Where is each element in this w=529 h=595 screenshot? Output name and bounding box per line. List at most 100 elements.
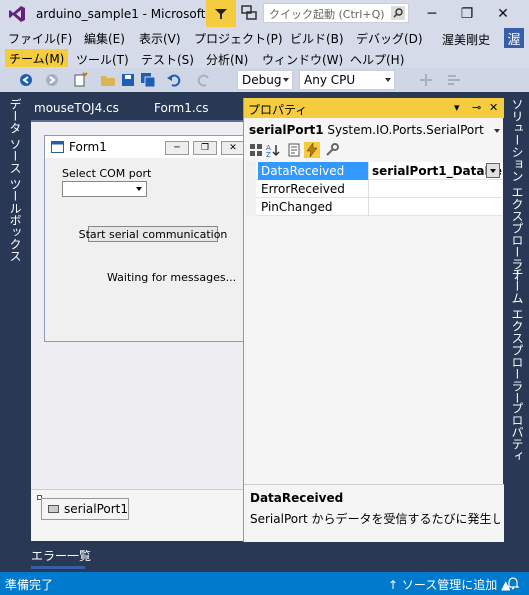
open-file-icon[interactable] [100,72,116,88]
visual-studio-logo-icon [9,6,25,22]
solution-platform-select[interactable]: Any CPU [299,70,395,90]
tab-properties[interactable]: プロパティ [509,402,526,462]
notifications-filter-button[interactable] [206,0,236,27]
save-all-icon[interactable] [140,72,156,88]
wrench-icon[interactable] [324,142,340,158]
waiting-label: Waiting for messages... [107,271,237,284]
chevron-down-icon [494,129,500,133]
menu-team[interactable]: チーム(M) [5,49,69,67]
property-name: PinChanged [258,198,369,216]
status-bar: 準備完了 ↑ ソース管理に追加 ▲ [0,572,529,595]
description-title: DataReceived [250,491,344,505]
undo-icon[interactable] [166,72,182,88]
add-icon[interactable] [418,72,434,88]
object-selector[interactable]: serialPort1 System.IO.Ports.SerialPort [249,123,484,137]
properties-header: プロパティ ▾ ⊸ ✕ [244,98,504,118]
standard-toolbar: Debug Any CPU [0,68,529,92]
status-text: 準備完了 [5,578,54,592]
align-icon[interactable] [446,72,462,88]
user-name[interactable]: 渥美剛史 [442,31,490,48]
menu-project[interactable]: プロジェクト(P) [194,29,283,47]
menu-debug[interactable]: デバッグ(D) [356,29,423,47]
property-value[interactable] [369,180,502,198]
menu-analyze[interactable]: 分析(N) [206,50,248,68]
restore-button[interactable]: ❐ [453,0,481,27]
form1-title-bar: Form1 ─ ❐ ✕ [45,136,245,158]
search-icon [391,6,405,20]
solution-configuration-select[interactable]: Debug [237,70,293,90]
select-com-port-label: Select COM port [62,167,152,180]
menu-view[interactable]: 表示(V) [139,29,181,47]
tab-solution-explorer[interactable]: ソリューション エクスプローラー [509,98,526,282]
back-icon[interactable] [18,72,34,88]
menu-window[interactable]: ウィンドウ(W) [262,50,343,68]
quick-launch-input[interactable]: クイック起動 (Ctrl+Q) [263,3,409,23]
form-icon [51,141,64,153]
property-description: DataReceived SerialPort からデータを受信するたびに発生し… [244,484,504,542]
feedback-icon[interactable] [240,4,258,22]
tab-team-explorer[interactable]: チーム エクスプローラー [509,268,526,404]
close-panel-icon[interactable]: ✕ [489,101,498,114]
panel-menu-icon[interactable]: ▾ [454,101,460,114]
tab-data-sources[interactable]: データ ソース [7,98,24,174]
menu-test[interactable]: テスト(S) [141,50,194,68]
close-window-button[interactable]: ✕ [489,0,517,27]
description-text: SerialPort からデータを受信するたびに発生しま… [250,512,500,526]
form-minimize-button[interactable]: ─ [165,141,189,155]
chevron-down-icon [490,169,496,173]
form-maximize-button[interactable]: ❐ [193,141,217,155]
minimize-button[interactable]: ─ [418,0,446,27]
avatar[interactable]: 渥 [504,28,524,48]
window-title: arduino_sample1 - Microsoft V… [36,7,230,21]
property-value[interactable] [369,198,502,216]
error-list-indicator [31,566,85,569]
tab-form1[interactable]: Form1.cs [150,99,213,119]
form1-title: Form1 [69,140,107,154]
serialport1-component[interactable]: serialPort1 [41,498,129,520]
menu-build[interactable]: ビルド(B) [290,29,344,47]
svg-text:Z: Z [266,151,271,158]
save-icon[interactable] [120,72,136,88]
com-port-combobox[interactable] [62,181,147,197]
alphabetical-icon[interactable]: AZ [265,142,281,158]
forward-icon[interactable] [44,72,60,88]
chevron-down-icon [136,187,142,191]
new-project-icon[interactable] [72,72,88,88]
chevron-down-icon [283,78,289,82]
left-tool-strip: データ ソース ツールボックス [0,92,27,572]
table-row[interactable]: DataReceived serialPort1_DataRece [246,162,502,180]
redo-icon[interactable] [196,72,212,88]
form1-designer-window[interactable]: Form1 ─ ❐ ✕ Select COM port Start serial… [44,135,245,342]
property-value[interactable]: serialPort1_DataRece [369,162,502,180]
menu-tools[interactable]: ツール(T) [76,50,129,68]
tab-error-list[interactable]: エラー一覧 [31,547,91,564]
categorized-icon[interactable] [248,142,264,158]
filter-icon [215,8,227,19]
chevron-down-icon [385,78,391,82]
property-grid: DataReceived serialPort1_DataRece ErrorR… [246,162,502,216]
properties-panel: プロパティ ▾ ⊸ ✕ serialPort1 System.IO.Ports.… [243,98,504,542]
add-to-source-control-button[interactable]: ↑ ソース管理に追加 ▲ [388,576,510,593]
table-row[interactable]: ErrorReceived [246,180,502,198]
component-tray: serialPort1 [31,489,243,541]
tab-toolbox[interactable]: ツールボックス [7,178,24,262]
table-row[interactable]: PinChanged [246,198,502,216]
menu-help[interactable]: ヘルプ(H) [350,50,404,68]
right-tool-strip: ソリューション エクスプローラー チーム エクスプローラー プロパティ [503,92,529,572]
property-name: ErrorReceived [258,180,369,198]
menu-bar-row2: チーム(M) ツール(T) テスト(S) 分析(N) ウィンドウ(W) ヘルプ(… [0,48,529,68]
property-pages-icon[interactable] [286,142,302,158]
title-bar: arduino_sample1 - Microsoft V… クイック起動 (C… [0,0,529,27]
form-close-button[interactable]: ✕ [221,141,245,155]
events-lightning-icon[interactable] [304,142,320,158]
value-dropdown-button[interactable] [486,163,500,178]
start-serial-button[interactable]: Start serial communication [79,226,227,242]
bell-icon[interactable] [506,576,520,590]
serial-port-icon [48,505,59,513]
menu-file[interactable]: ファイル(F) [8,29,72,47]
tab-mousetoj4[interactable]: mouseTOJ4.cs [30,99,123,119]
properties-title: プロパティ [248,103,308,117]
menu-edit[interactable]: 編集(E) [84,29,125,47]
pin-icon[interactable]: ⊸ [472,101,481,114]
property-name: DataReceived [258,162,369,180]
